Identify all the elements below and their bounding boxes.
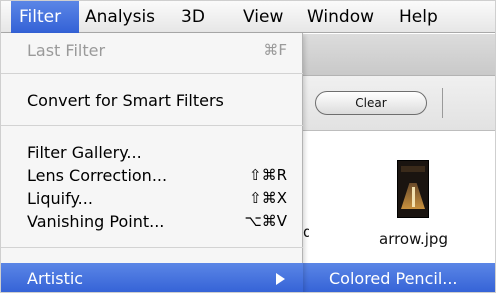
app-toolbar [303,34,495,76]
menu-item-shortcut: ⌥⌘V [244,212,287,230]
file-browser-area: g arrow.jpg [303,131,495,263]
thumbnail-top-bar [401,166,425,172]
image-thumbnail[interactable] [397,160,429,218]
menu-item-label: Liquify... [27,189,93,208]
menu-item-last-filter[interactable]: Last Filter ⌘F [1,41,303,65]
menu-bar: Filter Analysis 3D View Window Help [1,1,495,33]
menu-view[interactable]: View [243,1,283,33]
menu-help[interactable]: Help [399,1,438,33]
menu-item-label: Artistic [27,269,84,288]
menu-item-filter-gallery[interactable]: Filter Gallery... [1,143,303,167]
menu-item-label: Lens Correction... [27,166,168,185]
menu-item-liquify[interactable]: Liquify... ⇧⌘X [1,189,303,213]
menu-item-convert-smart-filters[interactable]: Convert for Smart Filters [1,91,303,115]
menu-item-label: Filter Gallery... [27,143,142,162]
menu-item-lens-correction[interactable]: Lens Correction... ⇧⌘R [1,166,303,190]
thumbnail-filename[interactable]: arrow.jpg [379,230,448,248]
filter-menu: Last Filter ⌘F Convert for Smart Filters… [1,33,303,292]
submenu-item-colored-pencil[interactable]: Colored Pencil... [329,263,458,292]
menu-separator [1,247,303,248]
menu-item-artistic[interactable]: Artistic [1,263,303,292]
menu-item-label: Last Filter [27,41,106,60]
menu-3d[interactable]: 3D [181,1,205,33]
menu-item-vanishing-point[interactable]: Vanishing Point... ⌥⌘V [1,212,303,236]
menu-item-label: Vanishing Point... [27,212,165,231]
clear-button[interactable]: Clear [315,91,427,115]
menu-separator [1,125,303,126]
menu-window[interactable]: Window [307,1,374,33]
menu-separator [1,73,303,74]
menu-item-shortcut: ⌘F [263,41,287,59]
artistic-submenu: Colored Pencil... [303,263,495,292]
thumbnail-road-line [412,187,415,207]
screenshot-frame: Filter Analysis 3D View Window Help Clea… [0,0,496,293]
menu-analysis[interactable]: Analysis [85,1,155,33]
menu-item-label: Convert for Smart Filters [27,91,224,110]
partial-filename: g [303,223,309,237]
submenu-arrow-icon [276,273,285,285]
app-controls-bar: Clear [303,76,495,131]
menu-filter[interactable]: Filter [11,1,79,33]
menu-item-shortcut: ⇧⌘X [249,189,287,207]
menu-item-shortcut: ⇧⌘R [249,166,287,184]
toolbar-divider [442,88,443,118]
